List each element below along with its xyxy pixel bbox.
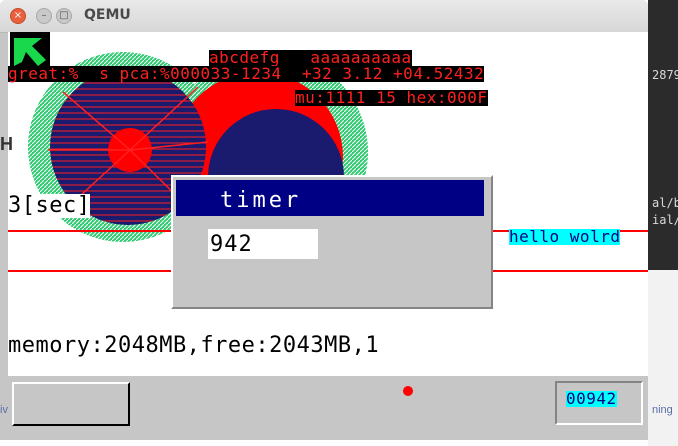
background-text: 2879	[652, 68, 678, 82]
tray-counter: 00942	[566, 389, 617, 408]
text-line: great:% s pca:%000033-1234 +32 3.12 +04.…	[8, 64, 485, 83]
memory-info: memory:2048MB,free:2043MB,1	[8, 333, 380, 358]
tray-area: 00942	[555, 381, 643, 425]
start-button[interactable]	[12, 382, 130, 426]
background-link: ning	[652, 404, 673, 416]
background-text: al/b	[652, 196, 678, 210]
taskbar: 00942	[8, 375, 648, 432]
maximize-icon[interactable]: □	[56, 8, 72, 24]
window-title: QEMU	[84, 7, 131, 23]
background-panel	[648, 270, 678, 446]
timer-title: timer	[220, 188, 302, 213]
background-terminal	[648, 0, 678, 270]
title-bar[interactable]: × – □ QEMU	[0, 0, 648, 33]
timer-value: 942	[210, 232, 253, 257]
timer-window[interactable]: timer 942	[171, 175, 493, 309]
timer-title-bar[interactable]: timer	[176, 180, 484, 216]
seconds-counter: 3[sec]	[8, 193, 91, 218]
timer-value-field: 942	[208, 229, 318, 259]
background-text: ial/	[652, 213, 678, 227]
hello-text: hello wolrd	[509, 227, 621, 246]
close-icon[interactable]: ×	[10, 8, 26, 24]
qemu-window: × – □ QEMU abcdefg aaaaaaaaaa great:% s …	[0, 0, 648, 440]
minimize-icon[interactable]: –	[36, 8, 52, 24]
guest-screen[interactable]: abcdefg aaaaaaaaaa great:% s pca:%000033…	[8, 32, 648, 432]
background-link: iv	[0, 404, 8, 416]
text-line: mu:1111 15 hex:000F	[295, 88, 488, 107]
status-dot	[403, 386, 413, 396]
background-text: H	[0, 134, 13, 154]
